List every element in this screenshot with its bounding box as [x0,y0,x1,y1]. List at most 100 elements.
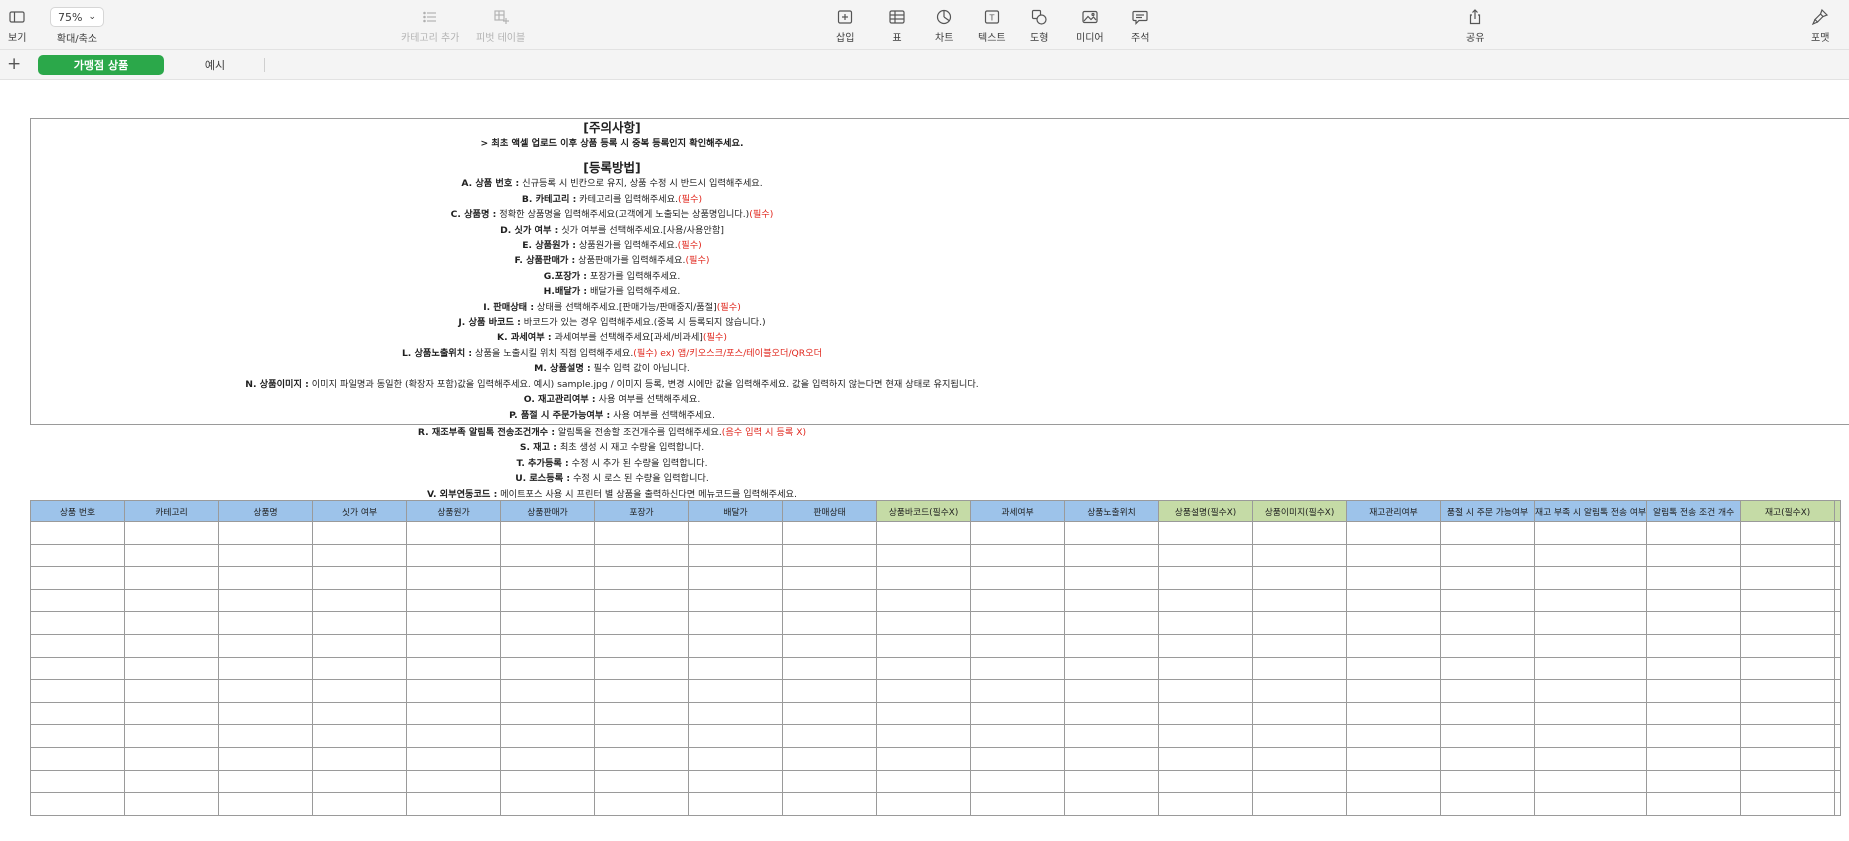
table-cell[interactable] [1346,656,1441,681]
table-cell[interactable] [1064,611,1159,635]
table-cell[interactable] [500,588,595,613]
table-cell[interactable] [218,769,313,794]
table-cell[interactable] [782,701,877,726]
table-cell[interactable] [1158,566,1253,590]
table-cell[interactable] [30,521,125,545]
table-cell[interactable] [1834,543,1842,568]
table-cell[interactable] [1533,633,1648,658]
column-header[interactable]: 상품바코드(필수X) [876,500,971,522]
table-cell[interactable] [1834,769,1842,794]
table-cell[interactable] [876,566,971,590]
column-header[interactable]: 재고 부족 시 알림톡 전송 여부 [1533,500,1648,522]
media-button[interactable]: 미디어 [1076,8,1104,44]
table-cell[interactable] [970,588,1065,613]
table-cell[interactable] [124,769,219,794]
table-cell[interactable] [218,746,313,771]
table-cell[interactable] [1646,611,1742,635]
table-cell[interactable] [594,543,689,568]
table-cell[interactable] [1533,679,1648,703]
table-cell[interactable] [688,792,783,816]
table-cell[interactable] [1252,746,1347,771]
table-cell[interactable] [218,724,313,748]
table-cell[interactable] [124,588,219,613]
table-cell[interactable] [970,792,1065,816]
table-cell[interactable] [876,656,971,681]
table-cell[interactable] [782,543,877,568]
table-cell[interactable] [312,746,407,771]
table-cell[interactable] [500,746,595,771]
table-cell[interactable] [1064,566,1159,590]
table-cell[interactable] [406,611,501,635]
table-cell[interactable] [688,679,783,703]
table-cell[interactable] [500,611,595,635]
table-cell[interactable] [1834,656,1842,681]
table-cell[interactable] [30,769,125,794]
column-header[interactable]: 과세여부 [970,500,1065,522]
table-cell[interactable] [1440,588,1535,613]
table-cell[interactable] [876,611,971,635]
table-button[interactable]: 표 [888,8,906,44]
table-cell[interactable] [500,521,595,545]
table-cell[interactable] [500,679,595,703]
table-cell[interactable] [1346,543,1441,568]
table-cell[interactable] [876,543,971,568]
table-cell[interactable] [218,701,313,726]
table-cell[interactable] [218,543,313,568]
table-cell[interactable] [688,633,783,658]
table-cell[interactable] [970,521,1065,545]
table-cell[interactable] [782,588,877,613]
table-cell[interactable] [312,656,407,681]
table-cell[interactable] [30,724,125,748]
table-cell[interactable] [970,611,1065,635]
table-cell[interactable] [1064,746,1159,771]
table-cell[interactable] [876,679,971,703]
table-cell[interactable] [218,633,313,658]
table-cell[interactable] [1834,792,1842,816]
table-cell[interactable] [1252,701,1347,726]
table-cell[interactable] [312,588,407,613]
table-cell[interactable] [1346,769,1441,794]
table-cell[interactable] [876,521,971,545]
table-cell[interactable] [782,769,877,794]
insert-button[interactable]: 삽입 [836,8,854,44]
table-cell[interactable] [30,566,125,590]
table-cell[interactable] [782,724,877,748]
table-cell[interactable] [594,521,689,545]
table-cell[interactable] [1834,633,1842,658]
table-cell[interactable] [1440,543,1535,568]
table-cell[interactable] [876,792,971,816]
table-cell[interactable] [1252,769,1347,794]
table-cell[interactable] [124,792,219,816]
column-header[interactable] [1834,500,1842,522]
table-cell[interactable] [218,679,313,703]
table-cell[interactable] [1440,656,1535,681]
table-cell[interactable] [1440,746,1535,771]
table-cell[interactable] [876,701,971,726]
pivot-table-button[interactable]: 피벗 테이블 [476,8,525,44]
table-cell[interactable] [594,611,689,635]
table-cell[interactable] [1158,521,1253,545]
column-header[interactable]: 재고(필수X) [1740,500,1836,522]
table-cell[interactable] [1533,588,1648,613]
table-cell[interactable] [1252,679,1347,703]
table-cell[interactable] [1646,769,1742,794]
table-cell[interactable] [406,543,501,568]
table-cell[interactable] [1158,679,1253,703]
shape-button[interactable]: 도형 [1030,8,1048,44]
table-cell[interactable] [1064,656,1159,681]
column-header[interactable]: 알림톡 전송 조건 개수 [1646,500,1742,522]
table-cell[interactable] [970,656,1065,681]
table-cell[interactable] [1158,656,1253,681]
table-cell[interactable] [782,746,877,771]
table-cell[interactable] [1646,521,1742,545]
table-cell[interactable] [594,769,689,794]
table-cell[interactable] [1740,543,1836,568]
table-cell[interactable] [30,679,125,703]
table-cell[interactable] [218,588,313,613]
table-cell[interactable] [1440,521,1535,545]
table-cell[interactable] [406,746,501,771]
table-cell[interactable] [1346,746,1441,771]
tab-franchise-products[interactable]: 가맹점 상품 [38,55,164,75]
table-cell[interactable] [1440,611,1535,635]
chart-button[interactable]: 차트 [935,8,953,44]
